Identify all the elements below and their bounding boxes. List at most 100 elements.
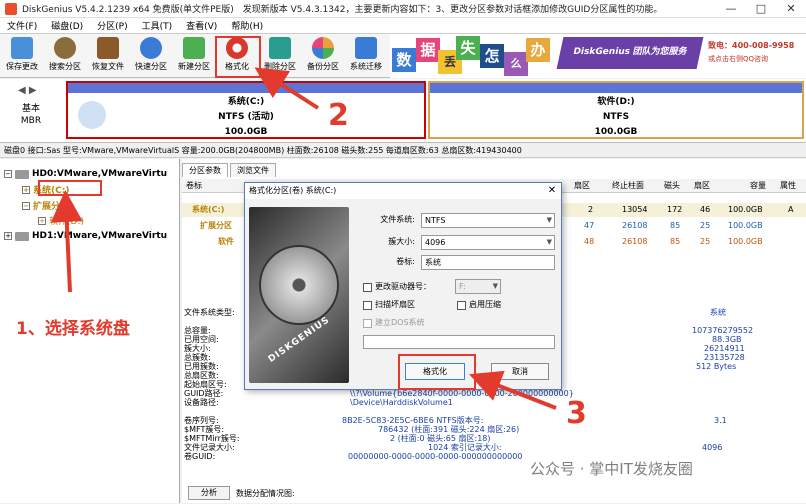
banner-slogan: DiskGenius 团队为您服务: [556, 37, 704, 69]
delete-icon: [269, 37, 291, 59]
collapse-icon[interactable]: −: [22, 201, 30, 210]
chevron-down-icon: ▼: [492, 282, 498, 290]
partition-fs: NTFS (活动): [218, 112, 274, 122]
banner-tile: 怎: [480, 44, 504, 68]
fs-select[interactable]: NTFS ▼: [421, 213, 555, 228]
volume-input[interactable]: 系统: [421, 255, 555, 270]
disk-info-bar: 磁盘0 接口:Sas 型号:VMware,VMwareVirtualS 容量:2…: [0, 144, 806, 158]
delete-partition-button[interactable]: 删除分区: [258, 36, 302, 76]
dialog-title-bar: 格式化分区(卷) 系统(C:) ✕: [245, 183, 561, 199]
partition-block-d[interactable]: 软件(D:) NTFS 100.0GB: [428, 81, 804, 139]
tree-extended[interactable]: − 扩展分区: [22, 199, 69, 212]
banner-phone: 致电：400-008-9958: [708, 41, 795, 50]
tree-hd0[interactable]: − HD0:VMware,VMwareVirtu: [4, 169, 167, 179]
window-title: DiskGenius V5.4.2.1239 x64 免费版(单文件PE版) 发…: [22, 5, 663, 15]
highlight-format-toolbar: [215, 36, 261, 78]
recover-files-button[interactable]: 恢复文件: [86, 36, 130, 76]
annotation-step1: 1、选择系统盘: [16, 319, 130, 339]
new-partition-icon: [183, 37, 205, 59]
expand-icon[interactable]: +: [38, 216, 46, 225]
tree-software-d[interactable]: + 软件(D:): [38, 214, 84, 227]
menu-file[interactable]: 文件(F): [0, 19, 44, 32]
menu-view[interactable]: 查看(V): [179, 19, 224, 32]
title-bar: DiskGenius V5.4.2.1239 x64 免费版(单文件PE版) 发…: [0, 0, 806, 18]
col-label[interactable]: 卷标: [186, 179, 202, 193]
menu-disk[interactable]: 磁盘(D): [44, 19, 90, 32]
windows-logo-icon: [78, 101, 106, 129]
maximize-button[interactable]: □: [746, 2, 776, 15]
change-drive-letter-checkbox[interactable]: 更改驱动器号：: [363, 281, 431, 293]
menu-bar: 文件(F) 磁盘(D) 分区(P) 工具(T) 查看(V) 帮助(H): [0, 18, 806, 34]
annotation-step2: 2: [328, 98, 349, 133]
disk-map: ◀ ▶ 基本 MBR 系统(C:) NTFS (活动) 100.0GB 软件(D…: [0, 79, 806, 143]
save-button[interactable]: 保存更改: [0, 36, 44, 76]
scan-bad-sectors-checkbox[interactable]: 扫描坏扇区: [363, 299, 415, 311]
partition-size: 100.0GB: [224, 127, 268, 137]
cancel-button[interactable]: 取消: [491, 363, 549, 380]
search-icon: [54, 37, 76, 59]
col-sector[interactable]: 扇区: [574, 179, 590, 193]
dialog-close-button[interactable]: ✕: [543, 183, 561, 199]
partition-block-c[interactable]: 系统(C:) NTFS (活动) 100.0GB: [66, 81, 426, 139]
partition-name: 系统(C:): [227, 97, 265, 107]
disk-type: 基本 MBR: [20, 104, 42, 126]
highlight-format-button: [398, 354, 476, 390]
new-partition-button[interactable]: 新建分区: [172, 36, 216, 76]
enable-compression-checkbox[interactable]: 启用压缩: [457, 299, 501, 311]
expand-icon[interactable]: +: [4, 232, 12, 240]
save-icon: [11, 37, 33, 59]
allocation-map-label: 数据分配情况图:: [236, 489, 295, 498]
menu-partition[interactable]: 分区(P): [90, 19, 134, 32]
tab-browse-files[interactable]: 浏览文件: [230, 163, 276, 177]
harddisk-icon: [15, 231, 29, 241]
banner-tile: 数: [392, 48, 416, 72]
create-dos-checkbox[interactable]: 建立DOS系统: [363, 317, 425, 329]
cluster-select[interactable]: 4096 ▼: [421, 235, 555, 250]
col-sector2[interactable]: 扇区: [694, 179, 710, 193]
quick-partition-button[interactable]: 快速分区: [129, 36, 173, 76]
harddisk-illustration: DISKGENIUS: [249, 207, 349, 383]
tree-hd1[interactable]: + HD1:VMware,VMwareVirtu: [4, 231, 167, 241]
expand-icon[interactable]: +: [22, 185, 30, 194]
banner-tile: 失: [456, 36, 480, 60]
harddisk-icon: [15, 169, 29, 179]
recover-icon: [97, 37, 119, 59]
system-migrate-button[interactable]: 系统迁移: [344, 36, 388, 76]
backup-partition-button[interactable]: 备份分区: [301, 36, 345, 76]
promo-banner[interactable]: 数 据 丢 失 怎 么 办 DiskGenius 团队为您服务 致电：400-0…: [390, 34, 806, 78]
chevron-down-icon: ▼: [546, 238, 552, 246]
watermark: 公众号 · 掌中IT发烧友圈: [530, 460, 693, 478]
banner-tile: 么: [504, 52, 528, 76]
tab-partition-params[interactable]: 分区参数: [182, 163, 228, 177]
col-capacity[interactable]: 容量: [750, 179, 766, 193]
tab-bar: 分区参数 浏览文件: [182, 163, 278, 177]
quick-partition-icon: [140, 37, 162, 59]
progress-bar: [363, 335, 555, 349]
banner-tile: 据: [416, 38, 440, 62]
volume-label: 卷标:: [396, 257, 415, 266]
app-icon: [5, 2, 17, 15]
cluster-label: 簇大小:: [388, 237, 415, 246]
highlight-system-partition: [38, 180, 102, 196]
collapse-icon[interactable]: −: [4, 170, 12, 178]
migrate-icon: [355, 37, 377, 59]
drive-letter-select[interactable]: F: ▼: [455, 279, 501, 294]
analyze-button[interactable]: 分析: [188, 486, 230, 500]
col-end-cyl[interactable]: 终止柱面: [612, 179, 644, 193]
close-button[interactable]: ✕: [776, 2, 806, 15]
fs-label: 文件系统:: [380, 215, 415, 224]
partition-size: 100.0GB: [594, 127, 638, 137]
col-attr[interactable]: 属性: [780, 179, 796, 193]
annotation-step3: 3: [566, 396, 587, 431]
partition-usage-bar: [430, 83, 802, 93]
chevron-down-icon: ▼: [546, 216, 552, 224]
menu-help[interactable]: 帮助(H): [224, 19, 270, 32]
disk-platter-icon: [259, 245, 339, 325]
search-partition-button[interactable]: 搜索分区: [43, 36, 87, 76]
partition-name: 软件(D:): [597, 97, 635, 107]
disk-nav-arrows[interactable]: ◀ ▶: [18, 85, 37, 96]
menu-tools[interactable]: 工具(T): [135, 19, 180, 32]
partition-fs: NTFS: [602, 112, 630, 122]
col-head[interactable]: 磁头: [664, 179, 680, 193]
minimize-button[interactable]: —: [716, 2, 746, 15]
